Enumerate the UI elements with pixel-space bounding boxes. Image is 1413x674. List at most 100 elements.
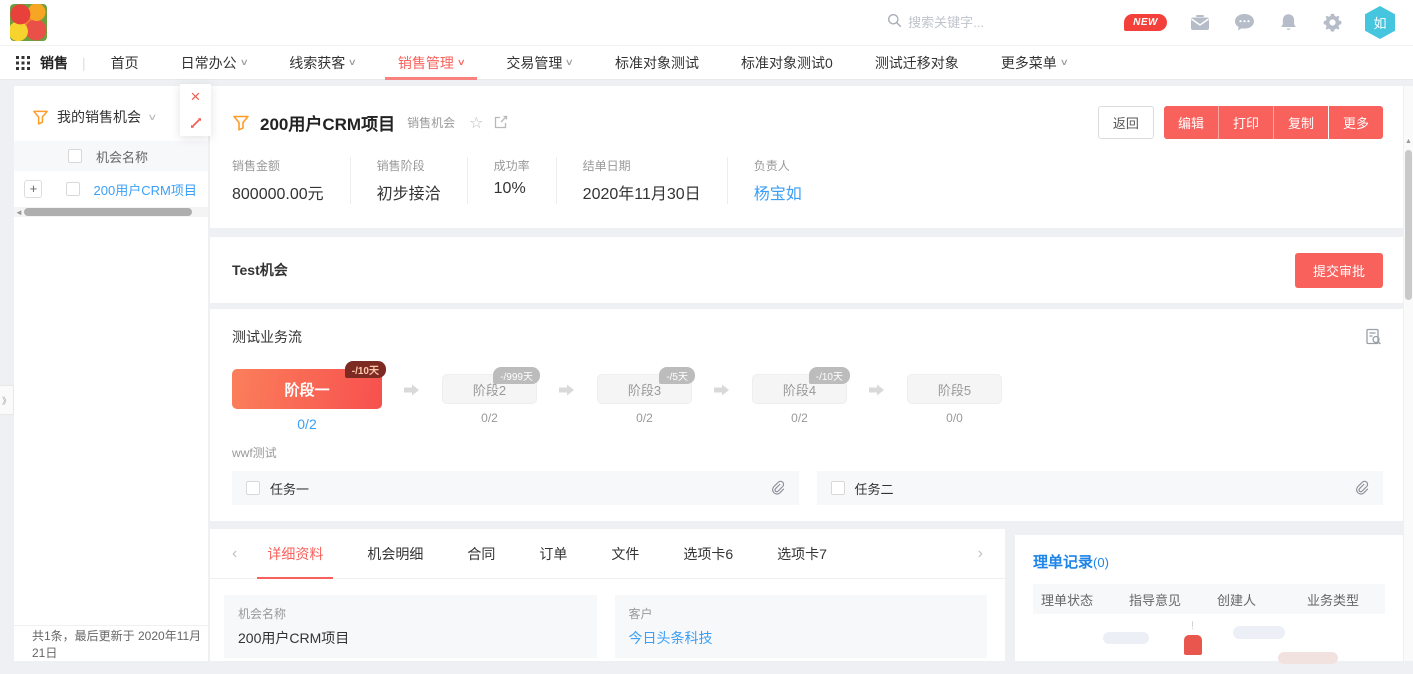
tab-detail-info[interactable]: 详细资料 [257, 529, 333, 579]
row-checkbox[interactable] [66, 182, 80, 196]
stage-1: 阶段一 -/10天 0/2 [232, 369, 382, 432]
scroll-left-arrow[interactable]: ◄ [14, 208, 24, 217]
search-input[interactable] [908, 15, 1088, 30]
global-search[interactable] [887, 13, 1102, 33]
chevron-down-icon: ∨ [565, 57, 574, 68]
exclamation-mark: ! [1191, 620, 1194, 632]
task-checkbox[interactable] [246, 481, 260, 495]
record-count: (0) [1093, 555, 1109, 570]
tab-order[interactable]: 订单 [529, 529, 577, 579]
tab-option-7[interactable]: 选项卡7 [767, 529, 837, 579]
empty-state-illustration: ! [1033, 618, 1385, 673]
field-opportunity-name: 机会名称 200用户CRM项目 [224, 595, 597, 658]
nav-item-lead-acquisition[interactable]: 线索获客∨ [268, 46, 377, 79]
flow-arrow-icon [869, 383, 885, 402]
vertical-scrollbar[interactable]: ▲ [1404, 86, 1413, 661]
task-item-1: 任务一 [232, 471, 799, 505]
new-badge[interactable]: NEW [1124, 14, 1167, 31]
tab-files[interactable]: 文件 [601, 529, 649, 579]
task-checkbox[interactable] [831, 481, 845, 495]
nav-item-more-menu[interactable]: 更多菜单∨ [980, 46, 1089, 79]
close-icon[interactable]: × [180, 84, 211, 110]
approval-title: Test机会 [232, 260, 288, 280]
task-item-2: 任务二 [817, 471, 1384, 505]
nav-item-trade-management[interactable]: 交易管理∨ [485, 46, 594, 79]
apps-grid-icon[interactable] [16, 56, 30, 70]
approval-card: Test机会 提交审批 [210, 237, 1403, 303]
horizontal-scroll-thumb[interactable] [24, 208, 192, 216]
tabs-prev-arrow[interactable]: ‹ [224, 545, 245, 563]
cloud-shape [1278, 652, 1338, 664]
bell-icon[interactable] [1277, 12, 1299, 34]
tab-option-6[interactable]: 选项卡6 [673, 529, 743, 579]
vertical-scroll-thumb[interactable] [1405, 150, 1412, 300]
floating-window-controls: × [180, 84, 211, 136]
workflow-card: 测试业务流 阶段一 -/10天 0/2 阶段2 -/999天 [210, 309, 1403, 521]
cloud-shape [1233, 626, 1285, 639]
flow-arrow-icon [714, 383, 730, 402]
stage-2-pill[interactable]: 阶段2 -/999天 [442, 374, 537, 404]
chevron-down-icon[interactable]: ∨ [147, 112, 157, 123]
person-figure [1181, 634, 1205, 674]
mail-icon[interactable] [1189, 12, 1211, 34]
tabs-next-arrow[interactable]: › [970, 545, 991, 563]
stage-3-pill[interactable]: 阶段3 -/5天 [597, 374, 692, 404]
submit-approval-button[interactable]: 提交审批 [1295, 253, 1383, 288]
paperclip-icon[interactable] [769, 480, 785, 496]
account-link[interactable]: 今日头条科技 [629, 628, 974, 648]
detail-header-card: 200用户CRM项目 销售机会 ☆ 返回 编辑 打印 复制 更多 [210, 86, 1403, 228]
print-button[interactable]: 打印 [1218, 106, 1273, 139]
nav-item-sales-management[interactable]: 销售管理∨ [377, 46, 486, 79]
select-all-checkbox[interactable] [68, 149, 82, 163]
field-owner: 负责人 杨宝如 [754, 157, 828, 204]
copy-button[interactable]: 复制 [1273, 106, 1328, 139]
nav-item-daily-office[interactable]: 日常办公∨ [160, 46, 269, 79]
log-search-icon[interactable] [1364, 328, 1383, 347]
stage-2: 阶段2 -/999天 0/2 [442, 369, 537, 425]
more-button[interactable]: 更多 [1328, 106, 1383, 139]
stage-duration-badge: -/10天 [345, 361, 386, 378]
paperclip-icon[interactable] [1353, 480, 1369, 496]
horizontal-scrollbar[interactable]: ◄ [14, 207, 208, 217]
opportunity-list-panel: 我的销售机会 ∨ 机会名称 + 200用户CRM项目 ◄ 共1条，最后更新于 2… [14, 86, 208, 661]
stage-duration-badge: -/999天 [493, 367, 540, 384]
stage-4: 阶段4 -/10天 0/2 [752, 369, 847, 425]
tab-contract[interactable]: 合同 [457, 529, 505, 579]
stage-1-pill[interactable]: 阶段一 -/10天 [232, 369, 382, 409]
chevron-down-icon: ∨ [457, 57, 466, 68]
star-favorite-icon[interactable]: ☆ [469, 113, 483, 133]
tab-opportunity-lines[interactable]: 机会明细 [357, 529, 433, 579]
chevron-down-icon: ∨ [239, 57, 248, 68]
opportunity-link[interactable]: 200用户CRM项目 [94, 180, 208, 199]
avatar[interactable]: 如 [1365, 6, 1395, 39]
stage-5: 阶段5 0/0 [907, 369, 1002, 425]
nav-item-standard-object-test[interactable]: 标准对象测试 [594, 46, 720, 79]
gear-icon[interactable] [1321, 12, 1343, 34]
expand-resize-icon[interactable] [180, 110, 211, 136]
row-expand-button[interactable]: + [24, 180, 42, 198]
nav-item-home[interactable]: 首页 [90, 46, 160, 79]
owner-link[interactable]: 杨宝如 [754, 180, 802, 204]
stage-task-count: 0/2 [297, 416, 316, 432]
field-account: 客户 今日头条科技 [615, 595, 988, 658]
workflow-stages: 阶段一 -/10天 0/2 阶段2 -/999天 0/2 阶段3 [232, 369, 1383, 432]
stage-5-pill[interactable]: 阶段5 [907, 374, 1002, 404]
back-button[interactable]: 返回 [1098, 106, 1154, 139]
chevron-down-icon: ∨ [348, 57, 357, 68]
tabs-bar: ‹ 详细资料 机会明细 合同 订单 文件 选项卡6 选项卡7 › [210, 529, 1005, 579]
panel-collapse-handle[interactable]: 》 [0, 385, 14, 415]
nav-item-migration-test[interactable]: 测试迁移对象 [854, 46, 980, 79]
cloud-shape [1103, 632, 1149, 644]
chat-icon[interactable] [1233, 12, 1255, 34]
share-icon[interactable] [493, 115, 508, 130]
column-header-opportunity-name: 机会名称 [96, 147, 148, 166]
main-nav: 销售 | 首页 日常办公∨ 线索获客∨ 销售管理∨ 交易管理∨ 标准对象测试 标… [0, 46, 1413, 80]
record-panel-card: 理单记录 (0) 理单状态 指导意见 创建人 业务类型 ! [1015, 535, 1403, 661]
table-row: + 200用户CRM项目 [14, 171, 208, 207]
edit-button[interactable]: 编辑 [1164, 106, 1218, 139]
scroll-up-arrow[interactable]: ▲ [1404, 138, 1413, 145]
record-table-header: 理单状态 指导意见 创建人 业务类型 [1033, 584, 1385, 614]
nav-item-standard-object-test0[interactable]: 标准对象测试0 [720, 46, 854, 79]
list-view-title[interactable]: 我的销售机会 [57, 107, 141, 127]
stage-4-pill[interactable]: 阶段4 -/10天 [752, 374, 847, 404]
